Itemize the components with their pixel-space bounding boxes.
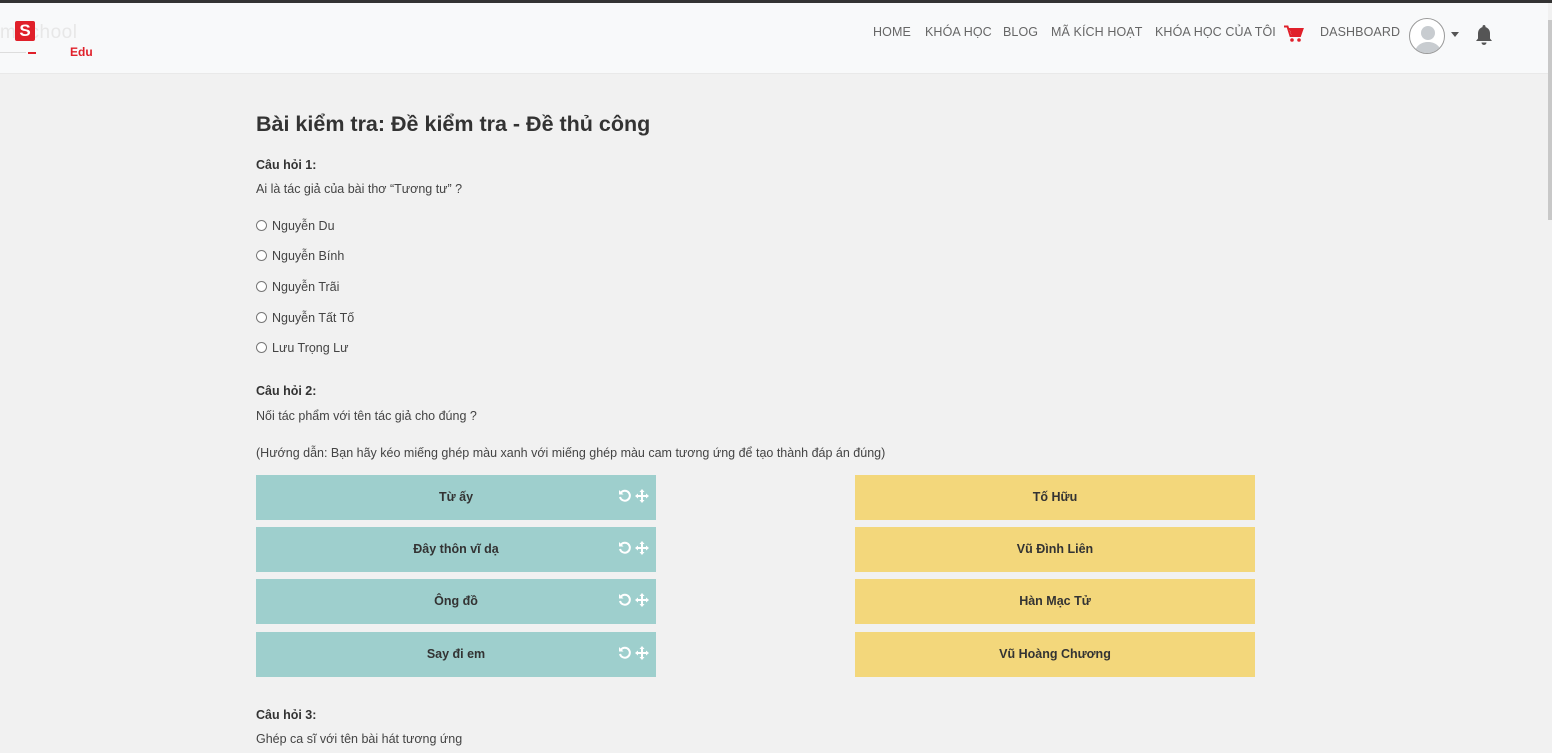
option-label: Nguyễn Tất Tố <box>272 311 355 325</box>
logo-text: mSchool <box>0 22 78 43</box>
move-icon[interactable] <box>635 541 649 555</box>
question-2-text: Nối tác phẩm với tên tác giả cho đúng ? <box>256 409 477 423</box>
drop-tile[interactable]: Vũ Hoàng Chương <box>855 632 1255 677</box>
bell-icon[interactable] <box>1473 23 1495 47</box>
radio-button[interactable] <box>256 281 267 292</box>
tile-label: Ông đồ <box>434 594 478 608</box>
tile-label: Tố Hữu <box>1032 490 1078 504</box>
logo-line <box>0 52 26 53</box>
logo-bar <box>28 52 36 54</box>
nav-blog[interactable]: BLOG <box>1003 25 1038 39</box>
reset-icon[interactable] <box>618 593 632 607</box>
question-1-text: Ai là tác giả của bài thơ “Tương tư” ? <box>256 182 463 196</box>
tile-label: Từ ấy <box>438 490 474 504</box>
logo-letter: S <box>15 21 35 41</box>
cart-icon[interactable] <box>1284 25 1304 43</box>
nav-my-courses[interactable]: KHÓA HỌC CỦA TÔI <box>1155 25 1276 39</box>
nav-activation-code[interactable]: MÃ KÍCH HOẠT <box>1051 25 1142 39</box>
tile-label: Say đi em <box>426 647 486 661</box>
reset-icon[interactable] <box>618 541 632 555</box>
logo-edu: Edu <box>70 45 93 59</box>
question-1-option[interactable]: Nguyễn Bính <box>256 249 344 265</box>
nav-dashboard[interactable]: DASHBOARD <box>1320 25 1400 39</box>
scrollbar-thumb[interactable] <box>1548 20 1552 220</box>
question-1-option[interactable]: Nguyễn Trãi <box>256 280 339 296</box>
avatar-icon <box>1414 26 1442 53</box>
tile-label: Vũ Đình Liên <box>1016 542 1094 556</box>
tile-label: Đây thôn vĩ dạ <box>413 542 499 556</box>
user-menu-caret[interactable] <box>1451 32 1459 37</box>
question-1-label: Câu hỏi 1: <box>256 158 317 172</box>
move-icon[interactable] <box>635 593 649 607</box>
option-label: Nguyễn Bính <box>272 249 345 263</box>
radio-button[interactable] <box>256 250 267 261</box>
site-logo[interactable]: mSchool S Edu <box>0 17 110 61</box>
reset-icon[interactable] <box>618 489 632 503</box>
move-icon[interactable] <box>635 646 649 660</box>
drop-tile[interactable]: Vũ Đình Liên <box>855 527 1255 572</box>
drag-tile[interactable]: Ông đồ <box>256 579 656 624</box>
question-2-hint: (Hướng dẫn: Bạn hãy kéo miếng ghép màu x… <box>256 446 886 460</box>
tile-label: Hàn Mạc Tử <box>1019 594 1091 608</box>
tile-label: Vũ Hoàng Chương <box>999 647 1111 661</box>
question-1-option[interactable]: Nguyễn Tất Tố <box>256 311 354 327</box>
reset-icon[interactable] <box>618 646 632 660</box>
option-label: Nguyễn Trãi <box>272 280 340 294</box>
radio-button[interactable] <box>256 342 267 353</box>
navbar: mSchool S Edu HOME KHÓA HỌC BLOG MÃ KÍCH… <box>0 3 1548 74</box>
question-3-text: Ghép ca sĩ với tên bài hát tương ứng <box>256 732 463 746</box>
radio-button[interactable] <box>256 312 267 323</box>
drag-tile[interactable]: Say đi em <box>256 632 656 677</box>
nav-courses[interactable]: KHÓA HỌC <box>925 25 992 39</box>
question-1-option[interactable]: Nguyễn Du <box>256 219 335 235</box>
drag-tile[interactable]: Đây thôn vĩ dạ <box>256 527 656 572</box>
radio-button[interactable] <box>256 220 267 231</box>
question-3-label: Câu hỏi 3: <box>256 708 317 722</box>
question-1-option[interactable]: Lưu Trọng Lư <box>256 341 349 357</box>
question-2-label: Câu hỏi 2: <box>256 384 317 398</box>
drag-tile[interactable]: Từ ấy <box>256 475 656 520</box>
user-avatar[interactable] <box>1409 18 1445 54</box>
move-icon[interactable] <box>635 489 649 503</box>
drop-tile[interactable]: Hàn Mạc Tử <box>855 579 1255 624</box>
option-label: Lưu Trọng Lư <box>272 341 349 355</box>
page-title: Bài kiểm tra: Đề kiểm tra - Đề thủ công <box>256 112 651 136</box>
drop-tile[interactable]: Tố Hữu <box>855 475 1255 520</box>
nav-home[interactable]: HOME <box>873 25 911 39</box>
option-label: Nguyễn Du <box>272 219 335 233</box>
